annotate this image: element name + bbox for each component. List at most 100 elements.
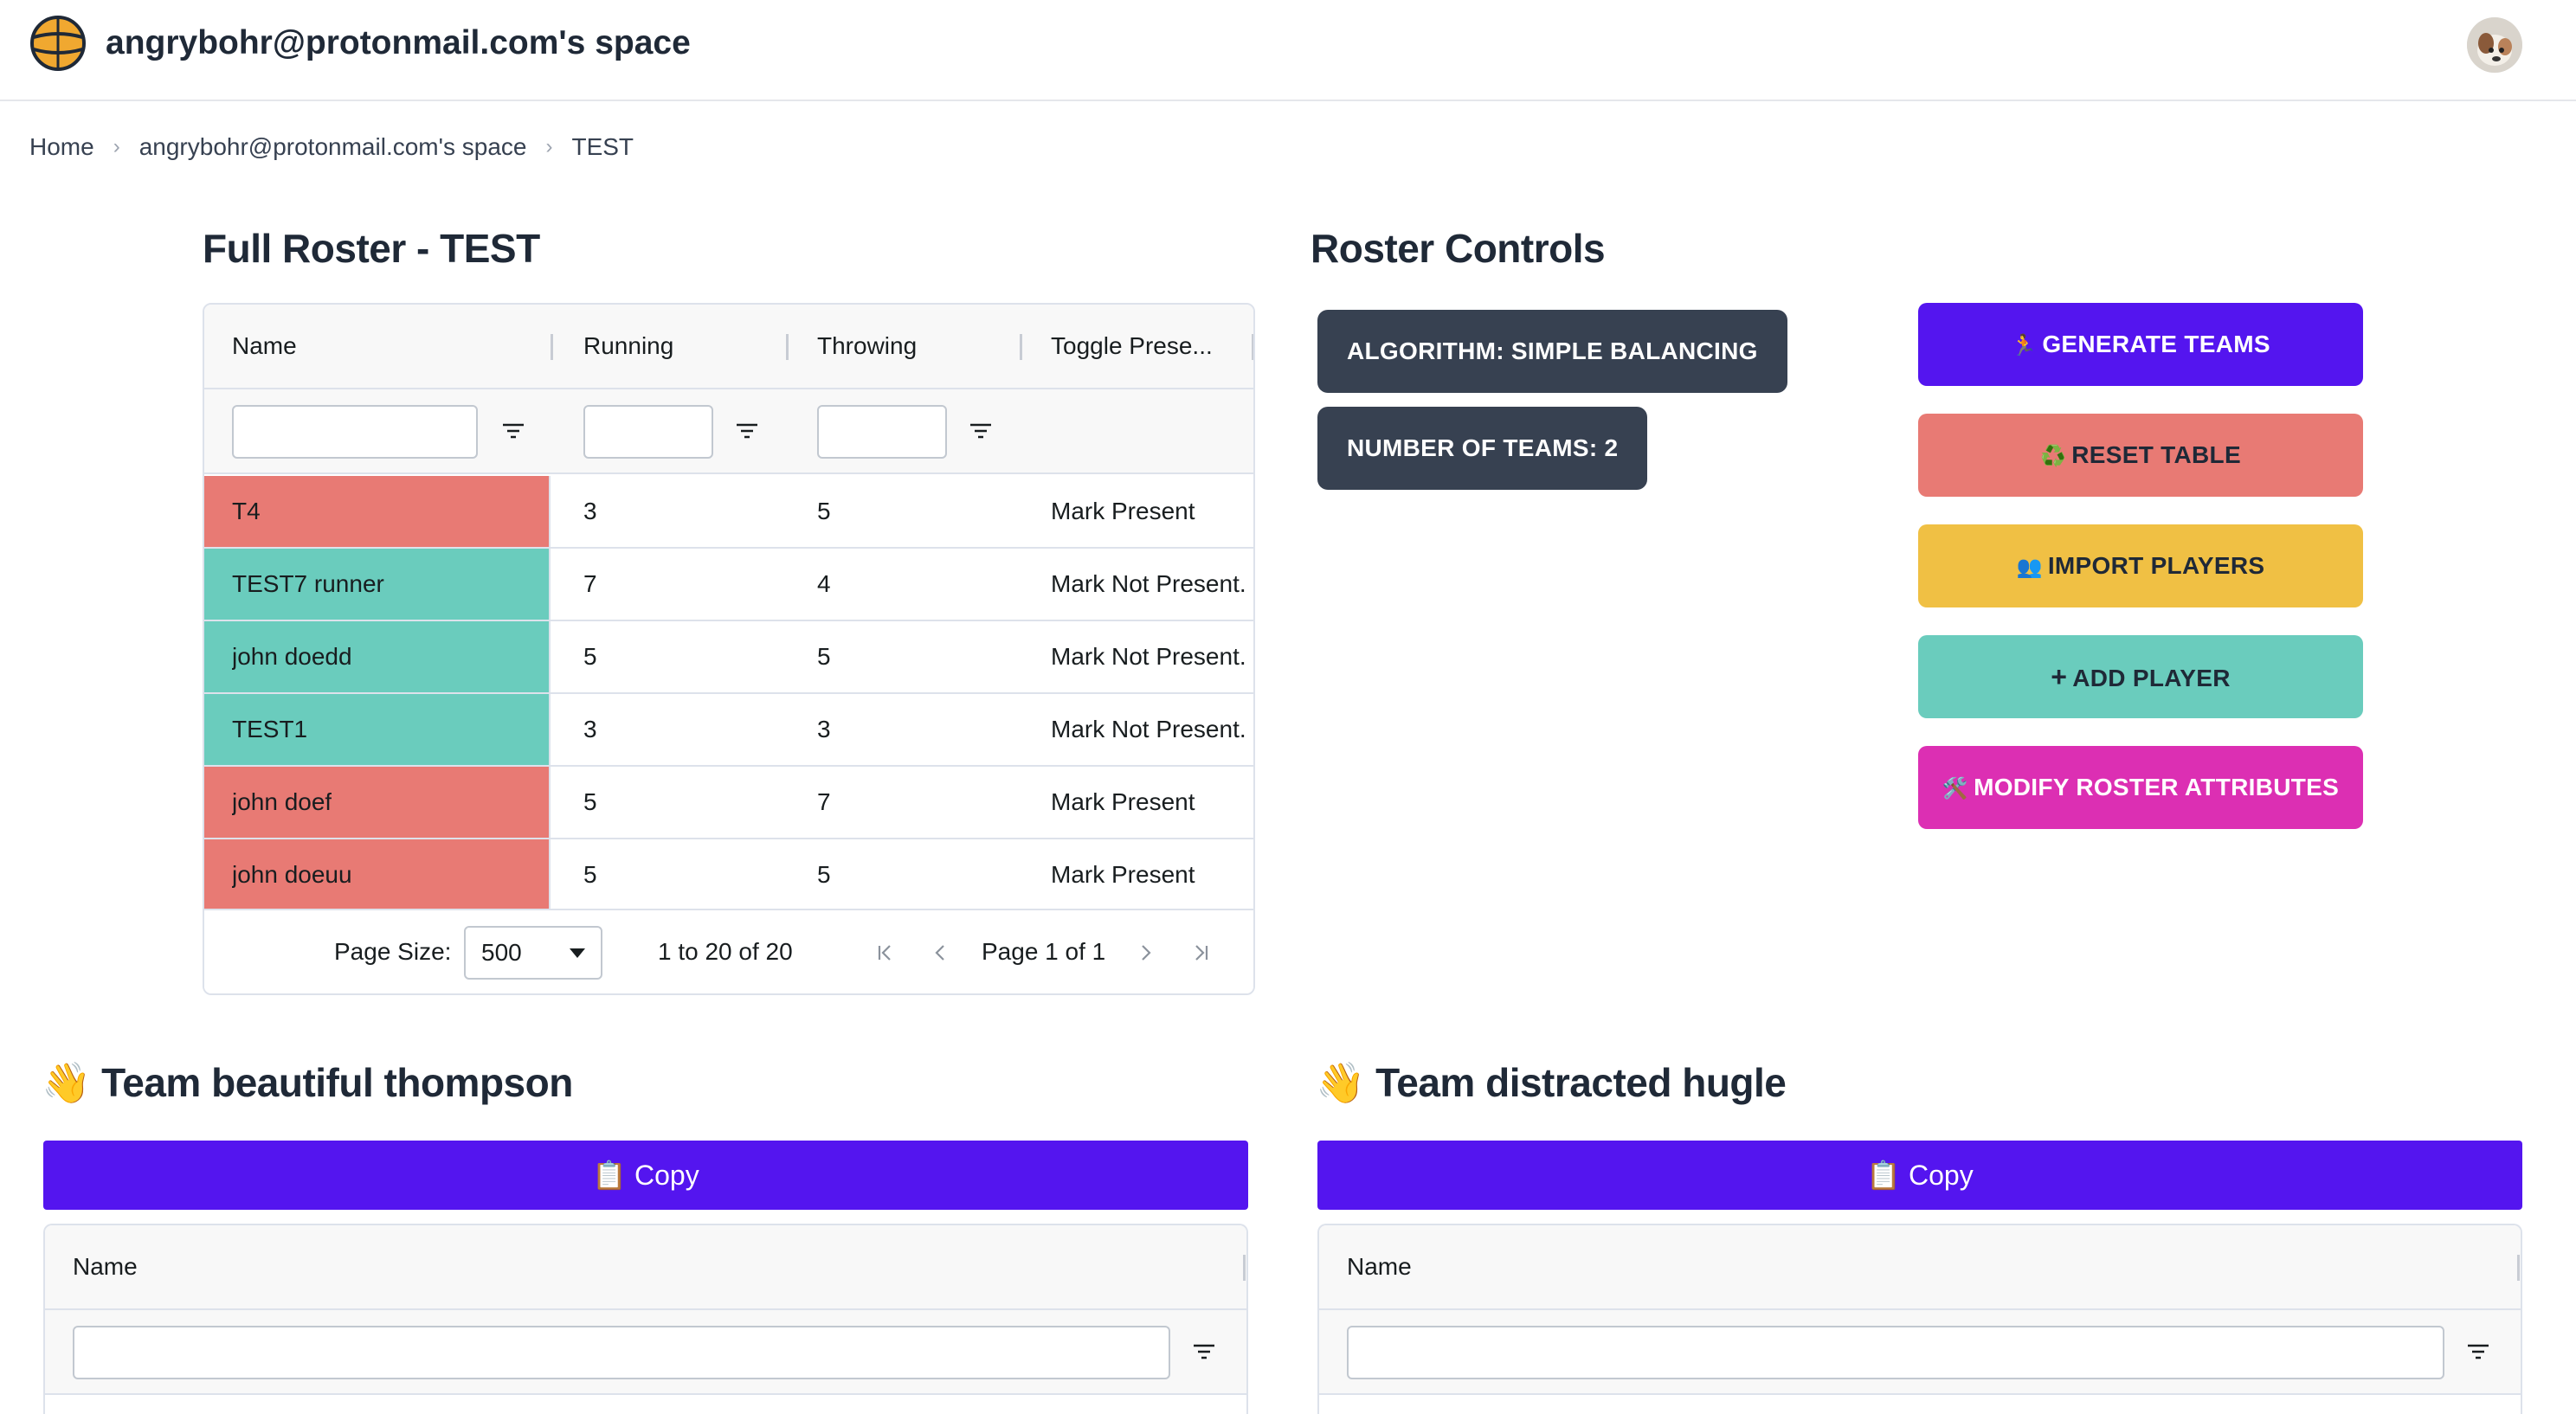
breadcrumb-home[interactable]: Home [29,133,94,161]
number-of-teams-button[interactable]: NUMBER OF TEAMS: 2 [1317,407,1648,490]
waving-hand-icon: 👋 [1316,1060,1365,1105]
column-resize-handle[interactable] [1243,1255,1246,1281]
filter-icon[interactable] [2463,1337,2493,1366]
column-header-running[interactable]: Running [583,305,673,388]
toggle-present-button[interactable]: Mark Present [1051,476,1253,547]
top-bar: angrybohr@protonmail.com's space [0,0,2576,101]
table-row[interactable]: T4 3 5 Mark Present [204,476,1253,549]
player-name: john doedd [232,643,352,670]
running-value: 5 [583,788,597,815]
filter-icon[interactable] [499,416,528,446]
player-name: TEST1 [232,716,308,742]
algorithm-select-button[interactable]: ALGORITHM: SIMPLE BALANCING [1317,310,1787,393]
team-name: Team beautiful thompson [101,1060,573,1105]
roster-pagination: Page Size: 500 1 to 20 of 20 Page 1 of 1 [204,909,1253,993]
roster-grid: Name Running Throwing Toggle Prese... T4… [203,303,1255,995]
previous-page-icon[interactable] [930,942,952,964]
name-filter-input[interactable] [73,1326,1170,1379]
page-size-select[interactable]: 500 [464,926,602,980]
waving-hand-icon: 👋 [42,1060,91,1105]
filter-icon[interactable] [1189,1337,1219,1366]
roster-filter-row [204,389,1253,474]
toggle-present-button[interactable]: Mark Present [1051,839,1253,910]
column-resize-handle[interactable] [551,334,553,360]
player-name: T4 [232,498,261,524]
copy-team-button[interactable]: 📋 Copy [43,1141,1248,1210]
import-players-button[interactable]: 👥 IMPORT PLAYERS [1918,524,2363,607]
toggle-present-button[interactable]: Mark Not Present. [1051,694,1253,765]
running-value: 3 [583,498,597,524]
add-player-button[interactable]: + ADD PLAYER [1918,635,2363,718]
generate-teams-label: GENERATE TEAMS [2042,331,2270,357]
last-page-icon[interactable] [1189,942,1212,964]
recycle-icon: ♻️ [2040,445,2067,468]
people-icon: 👥 [2016,556,2043,579]
toggle-present-button[interactable]: Mark Not Present. [1051,549,1253,620]
copy-team-button[interactable]: 📋 Copy [1317,1141,2522,1210]
toggle-present-button[interactable]: Mark Present [1051,767,1253,838]
page-indicator: Page 1 of 1 [982,938,1106,965]
breadcrumb: Home › angrybohr@protonmail.com's space … [29,132,634,163]
team-grid-header: Name [1319,1225,2521,1310]
column-resize-handle[interactable] [786,334,789,360]
running-filter-input[interactable] [583,405,713,459]
table-row[interactable]: TEST7 runner 7 4 Mark Not Present. [204,549,1253,621]
throwing-value: 7 [817,788,831,815]
running-value: 3 [583,716,597,742]
basketball-icon[interactable] [29,15,87,72]
roster-title: Full Roster - TEST [203,226,540,271]
table-row[interactable]: john doedd 5 5 Mark Not Present. [204,621,1253,694]
table-row[interactable]: TEST1 3 3 Mark Not Present. [204,694,1253,767]
team-title: 👋 Team distracted hugle [1316,1059,1787,1107]
modify-roster-attributes-button[interactable]: 🛠️ MODIFY ROSTER ATTRIBUTES [1918,746,2363,829]
chevron-right-icon: › [545,135,553,158]
player-name: TEST7 runner [232,570,384,597]
column-header-throwing[interactable]: Throwing [817,305,917,388]
running-value: 5 [583,643,597,670]
plus-icon: + [2051,661,2068,692]
toggle-present-button[interactable]: Mark Not Present. [1051,621,1253,692]
first-page-icon[interactable] [874,942,897,964]
controls-title: Roster Controls [1311,226,1606,271]
generate-teams-button[interactable]: 🏃 GENERATE TEAMS [1918,303,2363,386]
reset-table-button[interactable]: ♻️ RESET TABLE [1918,414,2363,497]
team-grid-header: Name [45,1225,1246,1310]
table-row[interactable]: john doeuu 5 5 Mark Present [204,839,1253,912]
column-resize-handle[interactable] [2517,1255,2520,1281]
reset-table-label: RESET TABLE [2071,441,2241,468]
breadcrumb-space[interactable]: angrybohr@protonmail.com's space [139,133,527,161]
add-player-label: ADD PLAYER [2072,665,2231,691]
page-size-label: Page Size: [334,938,452,965]
throwing-value: 5 [817,643,831,670]
avatar-image-icon [2467,17,2522,73]
team-name: Team distracted hugle [1375,1060,1787,1105]
column-resize-handle[interactable] [1020,334,1022,360]
breadcrumb-current: TEST [571,133,634,160]
next-page-icon[interactable] [1134,942,1156,964]
copy-label: Copy [634,1160,699,1191]
tools-icon: 🛠️ [1942,777,1969,800]
name-filter-input[interactable] [1347,1326,2444,1379]
filter-icon[interactable] [966,416,995,446]
avatar[interactable] [2467,17,2522,73]
filter-icon[interactable] [732,416,762,446]
space-title: angrybohr@protonmail.com's space [106,24,691,61]
column-header-name[interactable]: Name [1347,1225,1412,1308]
clipboard-icon: 📋 [592,1160,628,1191]
throwing-value: 5 [817,861,831,888]
team-filter-row [45,1310,1246,1395]
name-filter-input[interactable] [232,405,478,459]
throwing-filter-input[interactable] [817,405,947,459]
team-title: 👋 Team beautiful thompson [42,1059,573,1107]
team-grid: Name [43,1224,1248,1414]
running-value: 7 [583,570,597,597]
copy-label: Copy [1909,1160,1974,1191]
column-resize-handle[interactable] [1252,334,1253,360]
column-header-toggle-present[interactable]: Toggle Prese... [1051,305,1213,388]
team-grid: Name [1317,1224,2522,1414]
column-header-name[interactable]: Name [73,1225,138,1308]
row-range-text: 1 to 20 of 20 [658,938,793,965]
chevron-right-icon: › [113,135,120,158]
column-header-name[interactable]: Name [232,305,297,388]
table-row[interactable]: john doef 5 7 Mark Present [204,767,1253,839]
